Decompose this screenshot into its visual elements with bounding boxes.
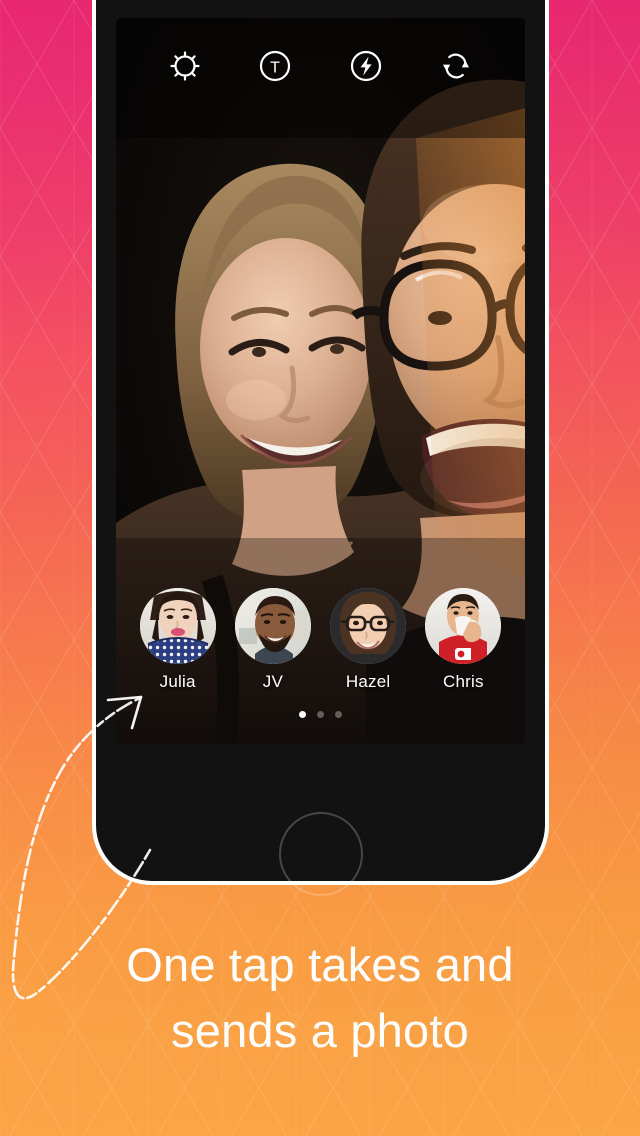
contact-chris[interactable]: Chris [421,588,505,692]
contact-hazel[interactable]: Hazel [326,588,410,692]
home-button[interactable] [278,812,363,896]
curved-arrow-pointing-to-contact [11,695,152,1000]
phone-screen: T Julia JV Hazel Chris [116,18,525,744]
flash-icon[interactable] [349,49,383,83]
pager-dot-3[interactable] [335,711,342,718]
pager-dot-2[interactable] [317,711,324,718]
text-icon[interactable]: T [258,49,292,83]
contact-name: Chris [443,672,484,691]
svg-text:T: T [270,60,280,77]
contact-name: JV [262,672,283,691]
promo-screen: T Julia JV Hazel Chris One tap takes and… [0,0,640,1136]
avatar[interactable] [425,588,502,664]
camera-toolbar: T [116,18,525,114]
flip-camera-icon[interactable] [439,49,473,83]
pager-dot-1[interactable] [299,711,306,718]
contact-name: Hazel [345,672,391,691]
settings-icon[interactable] [168,49,202,83]
avatar[interactable] [330,588,407,664]
